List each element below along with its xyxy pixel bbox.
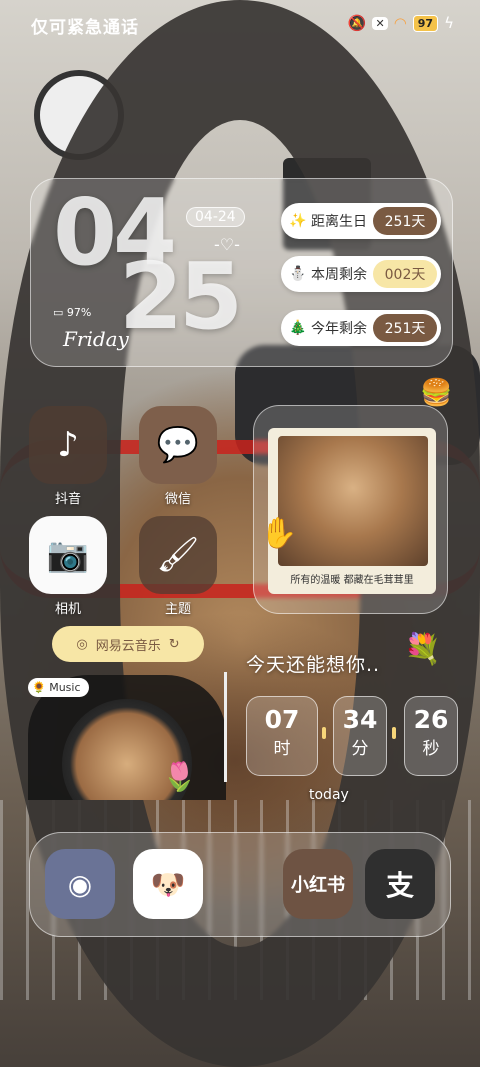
battery-mini: ▭ 97% [53,306,92,319]
date-chip: 04-24 [186,207,245,227]
slogan-text: 今天还能想你.. [246,654,381,676]
dock: ◉ 🐶 小红书 支 [29,832,451,937]
sparkle-icon: ✨ [289,213,307,229]
netease-music-button[interactable]: ◎ 网易云音乐 ↻ [52,626,204,662]
theme-brush-icon: 🖌 [139,516,217,594]
netease-logo-icon: ◎ [76,636,88,652]
bell-muted-icon: 🔕 [347,14,367,32]
hours-unit: 时 [273,739,291,759]
countdown-value: 251天 [373,207,437,235]
clock-minute: 25 [119,243,243,350]
battery-icon: 97 [412,14,439,32]
countdown-value: 002天 [373,260,437,288]
clock-countdown-widget[interactable]: 04 25 04-24 -♡- ▭ 97% Friday ✨ 距离生日 251天… [30,178,453,367]
xiaohongshu-icon[interactable]: 小红书 [283,849,353,919]
burger-sticker-icon: 🍔 [420,378,453,408]
carrier-text: 仅可紧急通话 [31,18,139,38]
countdown-label: 距离生日 [311,214,367,230]
today-label: today [309,787,349,803]
app-label: 微信 [164,492,191,507]
flower-pot-icon: 💐 [404,632,442,667]
alipay-icon[interactable]: 支 [365,849,435,919]
wifi-icon: ◠ [393,14,407,32]
music-tag: 🌻 Music [28,678,89,697]
app-camera[interactable]: 📷 相机 [28,516,108,617]
app-douyin[interactable]: ♪ 抖音 [28,406,108,507]
app-label: 相机 [54,602,81,617]
countdown-year[interactable]: 🎄 今年剩余 251天 [281,310,441,346]
camera-icon: 📷 [29,516,107,594]
tiktok-icon: ♪ [29,406,107,484]
separator [392,727,396,739]
minutes-value: 34 [342,705,378,734]
wechat-icon: 💬 [139,406,217,484]
tonearm-icon [210,672,227,782]
countdown-week[interactable]: ⛄ 本周剩余 002天 [281,256,441,292]
countdown-value: 251天 [373,314,437,342]
countdown-birthday[interactable]: ✨ 距离生日 251天 [281,203,441,239]
app-theme[interactable]: 🖌 主题 [138,516,218,617]
app-label: 抖音 [54,492,81,507]
app-wechat[interactable]: 💬 微信 [138,406,218,507]
time-hours: 07 时 [246,696,318,776]
time-minutes: 34 分 [333,696,387,776]
photo-frame: 所有的温暖 都藏在毛茸茸里 [268,428,436,594]
seconds-unit: 秒 [422,739,440,759]
status-icons: 🔕 ✕ ◠ 97 ϟ [348,14,454,32]
tulip-icon: 🌷 [162,760,197,793]
x-box-icon: ✕ [372,16,388,30]
minutes-unit: 分 [351,739,369,759]
app-label: 主题 [164,602,191,617]
heart-icon: -♡- [214,235,240,254]
photo-caption: 所有的温暖 都藏在毛茸茸里 [290,575,414,586]
hours-value: 07 [264,705,300,734]
charging-icon: ϟ [444,14,454,32]
time-seconds: 26 秒 [404,696,458,776]
separator [322,727,326,739]
seconds-value: 26 [413,705,449,734]
music-button-label: 网易云音乐 [95,638,161,654]
refresh-icon: ↻ [168,636,180,652]
status-bar: 仅可紧急通话 🔕 ✕ ◠ 97 ϟ [0,0,480,50]
dog-photo [278,436,428,566]
snowman-icon: ⛄ [289,266,307,282]
weibo-icon[interactable]: ◉ [45,849,115,919]
countdown-label: 本周剩余 [311,267,367,283]
hand-sticker-icon: ✋ [260,516,298,551]
photo-widget[interactable]: 所有的温暖 都藏在毛茸茸里 🍔 ✋ [253,378,452,614]
tree-icon: 🎄 [289,320,307,336]
dog-app-icon[interactable]: 🐶 [133,849,203,919]
countdown-label: 今年剩余 [311,321,367,337]
weekday-label: Friday [63,327,129,351]
